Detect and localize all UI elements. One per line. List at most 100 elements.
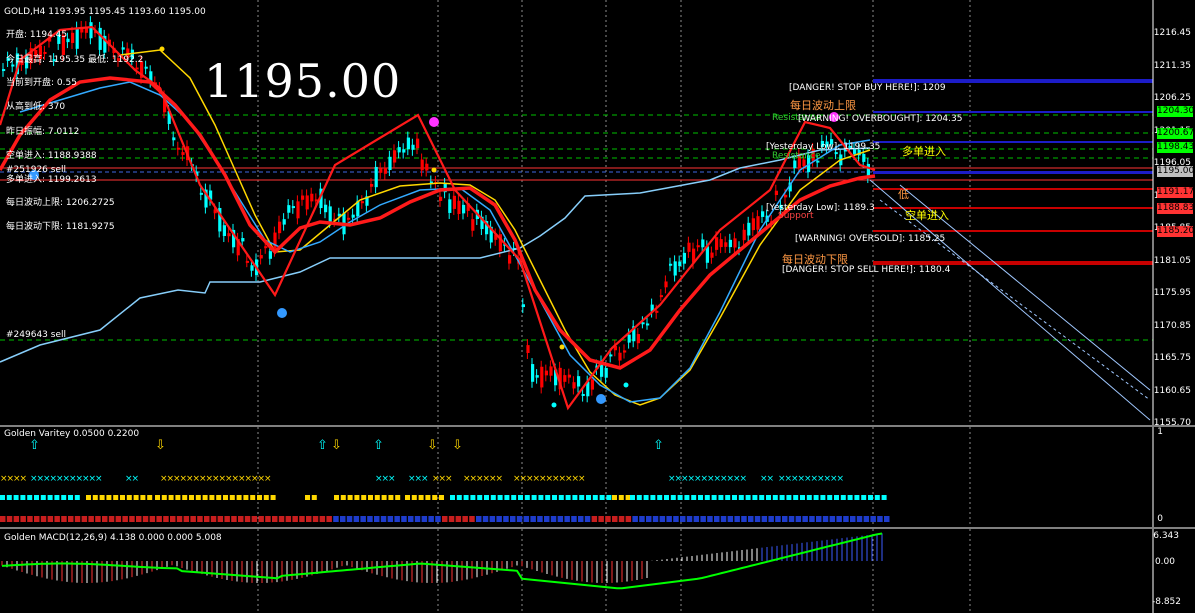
square-marker bbox=[630, 495, 635, 500]
square-marker bbox=[168, 495, 174, 500]
candle-body bbox=[328, 206, 332, 222]
bottom-bar bbox=[238, 516, 244, 522]
candle-body bbox=[682, 252, 686, 264]
candle-body bbox=[296, 201, 300, 219]
macd-axis-bottom: -8.852 bbox=[1151, 597, 1181, 607]
price-label-box: 1191.17 bbox=[1157, 187, 1195, 198]
candle-body bbox=[655, 310, 659, 313]
main-chart-pane[interactable]: GOLD,H4 1193.95 1195.45 1193.60 1195.00 … bbox=[0, 0, 1195, 428]
square-marker bbox=[388, 495, 394, 500]
bottom-bar bbox=[190, 516, 196, 522]
candle-body bbox=[471, 219, 475, 231]
square-marker bbox=[558, 495, 564, 500]
star-marker: × bbox=[20, 474, 28, 484]
candle-body bbox=[719, 239, 723, 248]
bottom-bar bbox=[659, 516, 666, 522]
candle-body bbox=[370, 183, 374, 187]
bottom-bar bbox=[272, 516, 278, 522]
small-dot bbox=[159, 46, 165, 52]
square-marker bbox=[311, 495, 317, 500]
square-marker bbox=[86, 495, 91, 500]
macd-pane[interactable]: Golden MACD(12,26,9) 4.138 0.000 0.000 5… bbox=[0, 529, 1195, 613]
bottom-bar bbox=[598, 516, 604, 522]
star-marker: × bbox=[264, 474, 272, 484]
bottom-bar bbox=[530, 516, 536, 522]
bottom-bar bbox=[292, 516, 298, 522]
square-marker bbox=[504, 495, 510, 500]
left-info-line: 每日波动上限: 1206.2725 bbox=[6, 198, 115, 208]
candle-body bbox=[310, 193, 314, 202]
square-marker bbox=[305, 495, 310, 500]
square-marker bbox=[636, 495, 642, 500]
candle-body bbox=[452, 195, 456, 209]
bottom-bar bbox=[639, 516, 645, 522]
square-marker bbox=[718, 495, 724, 500]
bottom-bar bbox=[421, 516, 428, 522]
square-marker bbox=[263, 495, 269, 500]
bottom-bar bbox=[822, 516, 829, 522]
daily-lower-label: 每日波动下限 bbox=[782, 253, 848, 266]
square-marker bbox=[361, 495, 367, 500]
golden-variety-pane[interactable]: ⇧ ⇧ ⇧ ⇧ ⇩ ⇩ ⇩ ⇩ × × × × × × × × × × × × × × × × × × × × × × × × × × × × × × ×… bbox=[0, 427, 1195, 527]
square-marker bbox=[68, 495, 73, 500]
candle-body bbox=[241, 238, 245, 242]
square-marker bbox=[531, 495, 537, 500]
candle-body bbox=[301, 195, 305, 200]
square-marker bbox=[147, 495, 153, 500]
candle-body bbox=[411, 144, 415, 150]
square-marker bbox=[456, 495, 462, 500]
bottom-bar bbox=[88, 516, 94, 522]
candle-body bbox=[71, 32, 75, 43]
bottom-bar bbox=[612, 516, 618, 522]
square-marker bbox=[725, 495, 731, 500]
square-marker bbox=[450, 495, 455, 500]
price-chart-canvas[interactable] bbox=[0, 0, 1195, 425]
square-marker bbox=[439, 495, 444, 500]
candle-body bbox=[181, 152, 185, 155]
bottom-bar bbox=[591, 516, 598, 522]
bottom-bar bbox=[217, 516, 224, 522]
square-marker bbox=[6, 495, 12, 500]
bottom-bar bbox=[748, 516, 754, 522]
bottom-bar bbox=[278, 516, 285, 522]
price-label-box: 1200.67 bbox=[1157, 128, 1195, 139]
candle-body bbox=[420, 159, 424, 171]
candle-body bbox=[604, 367, 608, 378]
candle-body bbox=[710, 252, 714, 258]
square-marker bbox=[133, 495, 139, 500]
candle-body bbox=[751, 218, 755, 231]
warning-overbought-label: [WARNING! OVERBOUGHT]: 1204.35 bbox=[798, 114, 963, 124]
left-info-line: 开盘: 1194.45 bbox=[6, 30, 68, 40]
candle-body bbox=[563, 375, 567, 382]
bottom-bar bbox=[374, 516, 380, 522]
square-marker bbox=[92, 495, 98, 500]
bottom-bar bbox=[632, 516, 638, 522]
bottom-bar bbox=[516, 516, 523, 522]
square-marker bbox=[120, 495, 125, 500]
bottom-bar bbox=[387, 516, 394, 522]
square-marker bbox=[806, 495, 812, 500]
square-marker bbox=[257, 495, 262, 500]
square-marker bbox=[354, 495, 360, 500]
bottom-bar bbox=[816, 516, 822, 522]
down-arrow-icon: ⇩ bbox=[331, 438, 342, 453]
bottom-bar bbox=[455, 516, 462, 522]
candle-body bbox=[135, 67, 139, 70]
bottom-bar bbox=[652, 516, 659, 522]
candle-body bbox=[287, 205, 291, 213]
candle-body bbox=[144, 66, 148, 69]
star-marker: × bbox=[132, 474, 140, 484]
bottom-bar bbox=[482, 516, 489, 522]
price-tick: 1216.45 bbox=[1153, 28, 1191, 38]
bottom-bar bbox=[537, 516, 543, 522]
candle-body bbox=[623, 350, 627, 353]
square-marker bbox=[643, 495, 649, 500]
bottom-bar bbox=[108, 516, 115, 522]
square-marker bbox=[820, 495, 826, 500]
bottom-bar bbox=[795, 516, 802, 522]
star-marker: × bbox=[388, 474, 396, 484]
bottom-bar bbox=[856, 516, 863, 522]
square-marker bbox=[579, 495, 585, 500]
left-info-line: #249643 sell bbox=[6, 330, 66, 340]
price-label-box: 1198.43 bbox=[1157, 142, 1195, 153]
